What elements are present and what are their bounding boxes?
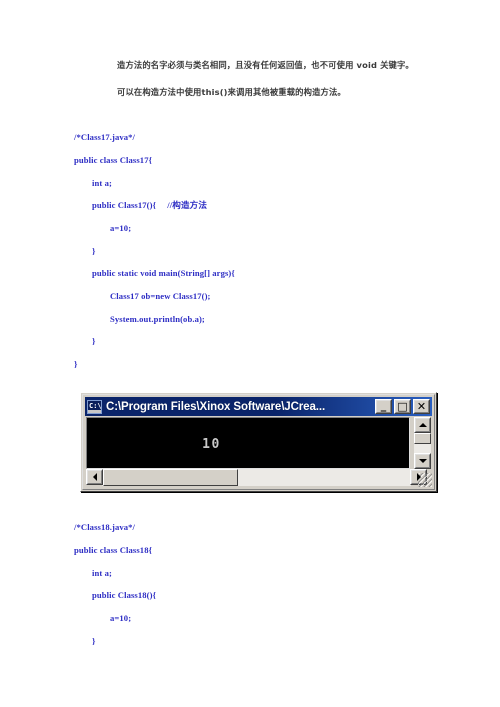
paragraph-2-text: 可以在构造方法中使用this()来调用其他被重载的构造方法。 xyxy=(117,87,346,97)
chevron-up-icon xyxy=(418,423,427,427)
console-title-text: C:\Program Files\Xinox Software\JCrea... xyxy=(106,400,326,413)
code1-line-3: int a; xyxy=(92,178,112,188)
console-output-area[interactable]: 10 Press any key to continue... xyxy=(86,417,410,469)
paragraph-1: 造方法的名字必须与类名相同，且没有任何返回值，也不可使用 void 关键字。 xyxy=(117,61,414,69)
code2-line-2: public class Class18{ xyxy=(74,545,153,555)
code2-line-5: a=10; xyxy=(110,613,132,623)
console-output-line-1: 10 xyxy=(202,437,221,452)
code2-line-4: public Class18(){ xyxy=(92,590,157,600)
maximize-icon: □ xyxy=(397,400,408,413)
scroll-down-button[interactable] xyxy=(414,453,431,469)
console-output-text: 10 Press any key to continue... xyxy=(89,419,409,468)
scroll-up-button[interactable] xyxy=(414,417,431,433)
code2-line-3: int a; xyxy=(92,568,112,578)
code1-line-8: Class17 ob=new Class17(); xyxy=(110,291,211,301)
console-window[interactable]: C:\ C:\Program Files\Xinox Software\JCre… xyxy=(80,392,437,492)
paragraph-1-text: 造方法的名字必须与类名相同，且没有任何返回值，也不可使用 void 关键字。 xyxy=(117,60,414,70)
scroll-left-button[interactable] xyxy=(86,469,103,485)
chevron-down-icon xyxy=(418,459,427,463)
paragraph-2: 可以在构造方法中使用this()来调用其他被重载的构造方法。 xyxy=(117,88,346,96)
horizontal-scroll-thumb[interactable] xyxy=(103,469,238,486)
console-cmd-icon: C:\ xyxy=(87,399,102,414)
chevron-right-icon xyxy=(416,473,421,481)
document-page: 造方法的名字必须与类名相同，且没有任何返回值，也不可使用 void 关键字。 可… xyxy=(0,0,500,707)
console-titlebar[interactable]: C:\ C:\Program Files\Xinox Software\JCre… xyxy=(85,397,432,416)
code1-line-11: } xyxy=(74,359,78,369)
code1-line-5: a=10; xyxy=(110,223,132,233)
console-vertical-scrollbar[interactable] xyxy=(414,417,431,469)
code1-line-4: public Class17(){ //构造方法 xyxy=(92,200,208,210)
minimize-icon: _ xyxy=(380,399,387,412)
code1-line-10: } xyxy=(92,336,96,346)
code1-line-9: System.out.println(ob.a); xyxy=(110,314,205,324)
vertical-scroll-thumb[interactable] xyxy=(414,433,431,444)
maximize-button[interactable]: □ xyxy=(394,399,411,414)
cmd-icon-base xyxy=(88,409,101,413)
chevron-left-icon xyxy=(92,473,97,481)
code1-line-7: public static void main(String[] args){ xyxy=(92,268,235,278)
code2-line-6: } xyxy=(92,636,96,646)
code1-line-1: /*Class17.java*/ xyxy=(74,132,136,142)
code1-line-6: } xyxy=(92,246,96,256)
console-horizontal-scrollbar[interactable] xyxy=(86,469,427,486)
code2-line-1: /*Class18.java*/ xyxy=(74,522,136,532)
code1-line-2: public class Class17{ xyxy=(74,155,153,165)
close-icon: ✕ xyxy=(416,400,427,413)
window-controls: _ □ ✕ xyxy=(375,399,431,414)
console-window-frame: C:\ C:\Program Files\Xinox Software\JCre… xyxy=(82,394,435,490)
minimize-button[interactable]: _ xyxy=(375,399,392,414)
close-button[interactable]: ✕ xyxy=(413,399,430,414)
